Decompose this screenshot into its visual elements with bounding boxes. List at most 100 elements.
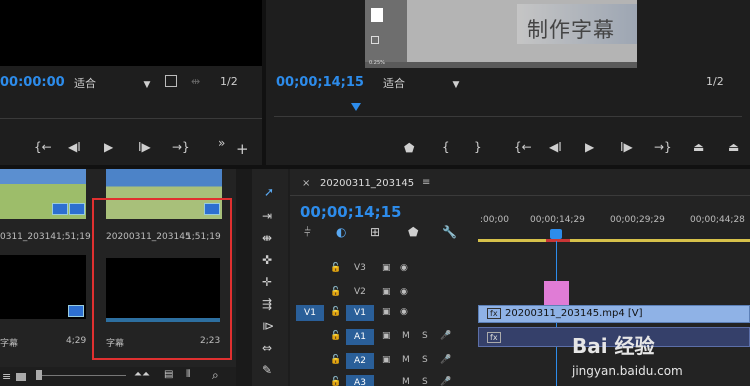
project-item-name[interactable]: 字幕 bbox=[106, 336, 124, 349]
eye-icon[interactable]: ◉ bbox=[400, 263, 408, 273]
solo-button[interactable]: S bbox=[422, 355, 428, 365]
wrench-icon[interactable]: 🔧 bbox=[442, 225, 457, 239]
slip-icon[interactable]: ⧐ bbox=[262, 319, 274, 333]
time-ruler[interactable]: :00;00 00;00;14;29 00;00;29;29 00;00;44;… bbox=[478, 209, 750, 243]
add-button-icon[interactable]: + bbox=[236, 142, 249, 157]
linked-selection-icon[interactable]: ◐ bbox=[336, 225, 346, 239]
sort-icon[interactable]: ⏶⏶ bbox=[134, 369, 150, 380]
lock-icon[interactable]: 🔓 bbox=[330, 377, 341, 386]
source-timecode[interactable]: 00:00:00 bbox=[0, 75, 65, 90]
lock-icon[interactable]: 🔓 bbox=[330, 331, 341, 341]
selection-tool-icon[interactable]: ➚ bbox=[264, 185, 274, 199]
track-label[interactable]: V3 bbox=[354, 263, 366, 273]
track-headers: 🔓 V3 ▣ ◉ 🔓 V2 ▣ ◉ V1 🔓 V1 ▣ ◉ 🔓 A1 ▣ M S… bbox=[290, 255, 478, 386]
play-icon[interactable]: ▶ bbox=[104, 140, 113, 154]
tab-menu-icon[interactable]: ≡ bbox=[422, 177, 430, 188]
step-forward-icon[interactable]: I▶ bbox=[620, 140, 633, 154]
mark-in-icon[interactable]: { bbox=[442, 140, 450, 154]
playhead-icon[interactable] bbox=[550, 229, 562, 239]
step-back-icon[interactable]: ◀I bbox=[68, 140, 81, 154]
track-label[interactable]: A2 bbox=[346, 353, 374, 369]
source-ruler[interactable] bbox=[0, 105, 262, 119]
clip-thumbnail[interactable] bbox=[0, 169, 86, 219]
go-out-icon[interactable]: →} bbox=[654, 140, 672, 154]
track-label[interactable]: V2 bbox=[354, 287, 366, 297]
pen-icon[interactable]: ✎ bbox=[262, 363, 272, 377]
rolling-edit-icon[interactable]: ✜ bbox=[262, 253, 272, 267]
track-label[interactable]: V1 bbox=[346, 305, 374, 321]
settings-film-icon[interactable] bbox=[165, 75, 177, 87]
snap-icon[interactable]: ⫩ bbox=[304, 225, 311, 240]
program-ratio[interactable]: 1/2 bbox=[706, 75, 724, 88]
icon-view-icon[interactable] bbox=[16, 373, 26, 381]
project-item-name[interactable]: 字幕 bbox=[0, 336, 18, 349]
search-icon[interactable]: ⌕ bbox=[212, 368, 219, 383]
microphone-icon[interactable]: 🎤 bbox=[440, 377, 451, 386]
go-in-icon[interactable]: {← bbox=[514, 140, 532, 154]
source-ratio[interactable]: 1/2 bbox=[220, 75, 238, 88]
close-icon[interactable]: × bbox=[302, 178, 310, 189]
sync-lock-icon[interactable]: ▣ bbox=[382, 287, 391, 297]
automate-icon[interactable]: ▤ bbox=[164, 369, 173, 380]
source-patch-v1[interactable]: V1 bbox=[296, 305, 324, 321]
sync-lock-icon[interactable]: ▣ bbox=[382, 263, 391, 273]
step-forward-icon[interactable]: I▶ bbox=[138, 140, 151, 154]
sync-lock-icon[interactable]: ▣ bbox=[382, 355, 391, 365]
eye-icon[interactable]: ◉ bbox=[400, 307, 408, 317]
marker-icon[interactable]: ⬟ bbox=[404, 141, 414, 155]
ripple-edit-icon[interactable]: ⇼ bbox=[262, 231, 272, 245]
insert-icon[interactable]: ⊞ bbox=[370, 225, 380, 239]
ruler-label: :00;00 bbox=[480, 215, 509, 225]
program-fit-select[interactable]: 适合 ▼ bbox=[383, 75, 459, 91]
mark-out-icon[interactable]: } bbox=[474, 140, 482, 154]
inner-ui-sidebar bbox=[365, 0, 407, 62]
video-clip[interactable]: fx 20200311_203145.mp4 [V] bbox=[478, 305, 750, 323]
microphone-icon[interactable]: 🎤 bbox=[440, 331, 451, 341]
sync-lock-icon[interactable]: ▣ bbox=[382, 307, 391, 317]
add-marker-icon[interactable]: ⬟ bbox=[408, 225, 418, 239]
inner-ui-canvas: 制作字幕 bbox=[407, 0, 637, 62]
zoom-slider-track[interactable] bbox=[42, 375, 126, 376]
playhead-icon[interactable] bbox=[351, 103, 361, 111]
lock-icon[interactable]: 🔓 bbox=[330, 355, 341, 365]
program-ruler[interactable] bbox=[274, 103, 742, 117]
source-video-area bbox=[0, 0, 262, 66]
list-view-icon[interactable]: ≡ bbox=[2, 370, 11, 383]
step-back-icon[interactable]: ◀I bbox=[549, 140, 562, 154]
find-icon[interactable]: ⦀ bbox=[186, 369, 190, 380]
slide-icon[interactable]: ⇔ bbox=[262, 341, 272, 355]
work-area-bar[interactable] bbox=[478, 239, 750, 242]
mark-in-icon[interactable]: {← bbox=[34, 140, 52, 154]
program-timecode[interactable]: 00;00;14;15 bbox=[276, 75, 364, 90]
go-out-icon[interactable]: →} bbox=[172, 140, 190, 154]
lock-icon[interactable]: 🔓 bbox=[330, 307, 341, 317]
sequence-tab[interactable]: 20200311_203145 bbox=[320, 178, 414, 189]
source-fit-select[interactable]: 适合 ▼ bbox=[74, 75, 150, 91]
lock-icon[interactable]: 🔓 bbox=[330, 263, 341, 273]
mute-button[interactable]: M bbox=[402, 377, 410, 386]
more-icon[interactable]: » bbox=[218, 136, 225, 150]
microphone-icon[interactable]: 🎤 bbox=[440, 355, 451, 365]
sync-lock-icon[interactable]: ▣ bbox=[382, 331, 391, 341]
solo-button[interactable]: S bbox=[422, 331, 428, 341]
solo-button[interactable]: S bbox=[422, 377, 428, 386]
lock-icon[interactable]: 🔓 bbox=[330, 287, 341, 297]
clip-thumbnail[interactable] bbox=[0, 255, 86, 319]
razor-icon[interactable]: ⇶ bbox=[262, 297, 272, 311]
track-select-icon[interactable]: ⇥ bbox=[262, 209, 272, 223]
extract-icon[interactable]: ⏏ bbox=[728, 140, 739, 154]
lift-icon[interactable]: ⏏ bbox=[693, 140, 704, 154]
mute-button[interactable]: M bbox=[402, 331, 410, 341]
clip-thumbnail[interactable] bbox=[106, 258, 220, 322]
project-item-name[interactable]: 0311_20314 bbox=[0, 232, 56, 242]
play-icon[interactable]: ▶ bbox=[585, 140, 594, 154]
track-label[interactable]: A1 bbox=[346, 329, 374, 345]
eye-icon[interactable]: ◉ bbox=[400, 287, 408, 297]
panel-divider[interactable] bbox=[236, 169, 252, 386]
rate-stretch-icon[interactable]: ✛ bbox=[262, 275, 272, 289]
track-label[interactable]: A3 bbox=[346, 375, 374, 386]
watermark-url: jingyan.baidu.com bbox=[572, 364, 683, 378]
mute-button[interactable]: M bbox=[402, 355, 410, 365]
graphic-clip[interactable] bbox=[544, 281, 569, 305]
timeline-timecode[interactable]: 00;00;14;15 bbox=[300, 203, 402, 221]
